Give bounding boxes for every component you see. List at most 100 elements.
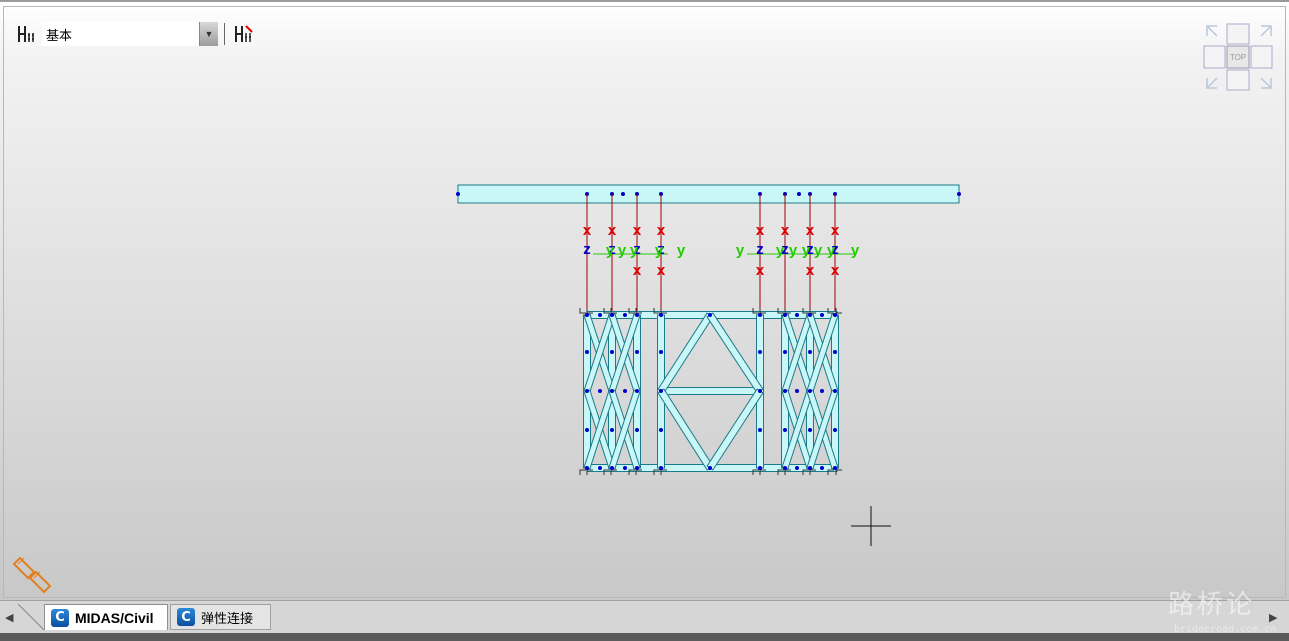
model-viewport[interactable]: xxxxxxxxxxxxxzzzzzzzzyyyyyyyyyyyy 基本 ▼ T… xyxy=(0,0,1289,600)
model-node xyxy=(585,389,589,393)
model-node xyxy=(833,350,837,354)
model-node xyxy=(820,313,824,317)
model-node xyxy=(957,192,961,196)
view-mode-select[interactable]: 基本 ▼ xyxy=(42,22,218,46)
axis-y-label: y xyxy=(814,242,823,259)
model-node xyxy=(635,350,639,354)
chevron-left-icon[interactable]: ◀ xyxy=(5,611,13,624)
model-node xyxy=(797,192,801,196)
model-node xyxy=(795,313,799,317)
axis-x-label: x xyxy=(608,222,617,239)
document-tab-bar: ◀ C MIDAS/Civil C 弹性连接 ▶ xyxy=(0,600,1289,634)
axis-x-label: x xyxy=(633,262,642,279)
axis-x-label: x xyxy=(806,262,815,279)
model-node xyxy=(808,428,812,432)
view-toolbar: 基本 ▼ xyxy=(14,20,257,48)
model-node xyxy=(758,313,762,317)
axis-x-label: x xyxy=(756,262,765,279)
toolbar-divider xyxy=(224,23,225,45)
model-node xyxy=(585,466,589,470)
model-node xyxy=(623,313,627,317)
model-node xyxy=(598,389,602,393)
model-node xyxy=(808,350,812,354)
model-node xyxy=(585,313,589,317)
model-node xyxy=(623,389,627,393)
beam-member xyxy=(706,312,764,394)
model-node xyxy=(820,466,824,470)
deck-beam xyxy=(457,184,960,204)
model-node xyxy=(808,313,812,317)
support-bracket xyxy=(579,469,586,475)
axis-x-label: x xyxy=(657,222,666,239)
axis-y-label: y xyxy=(606,242,615,259)
model-node xyxy=(635,466,639,470)
model-node xyxy=(610,350,614,354)
view-mode-value: 基本 xyxy=(46,27,73,43)
model-node xyxy=(833,389,837,393)
model-node xyxy=(659,313,663,317)
model-node xyxy=(783,389,787,393)
beam-member xyxy=(657,388,714,471)
grid-view-icon[interactable] xyxy=(14,21,40,47)
model-node xyxy=(783,428,787,432)
tab-label: 弹性连接 xyxy=(201,610,254,626)
model-view[interactable]: x x x x x x x xx x x x xz z z z z z z zy y y y y y y y y y y y xyxy=(0,2,1289,602)
model-node xyxy=(456,192,460,196)
model-node xyxy=(758,428,762,432)
model-node xyxy=(808,389,812,393)
axis-y-label: y xyxy=(736,242,745,259)
axis-z-label: z xyxy=(583,241,591,258)
view-cube[interactable]: TOP xyxy=(1203,22,1275,97)
axis-y-label: y xyxy=(618,242,627,259)
grid-view-edit-icon[interactable] xyxy=(231,21,257,47)
model-node xyxy=(659,389,663,393)
model-node xyxy=(635,428,639,432)
axis-x-label: x xyxy=(583,222,592,239)
axis-x-label: x xyxy=(806,222,815,239)
model-node xyxy=(585,350,589,354)
model-node xyxy=(808,466,812,470)
support-bracket xyxy=(579,308,586,314)
model-node xyxy=(758,389,762,393)
axis-x-label: x xyxy=(657,262,666,279)
tab-elastic-link[interactable]: C 弹性连接 xyxy=(170,604,271,630)
axis-x-label: x xyxy=(633,222,642,239)
beam-member xyxy=(706,388,764,471)
model-node xyxy=(635,389,639,393)
model-node xyxy=(833,466,837,470)
tab-label: MIDAS/Civil xyxy=(75,609,154,626)
axis-y-label: y xyxy=(630,242,639,259)
beam-member xyxy=(657,312,714,394)
midas-civil-icon: C xyxy=(177,608,195,626)
model-node xyxy=(820,389,824,393)
model-node xyxy=(659,350,663,354)
model-node xyxy=(783,313,787,317)
model-node xyxy=(610,313,614,317)
axis-x-label: x xyxy=(781,222,790,239)
pencil-icon[interactable] xyxy=(10,554,56,598)
model-node xyxy=(783,350,787,354)
status-bar xyxy=(0,633,1289,641)
model-node xyxy=(598,466,602,470)
model-node xyxy=(708,313,712,317)
model-node xyxy=(659,466,663,470)
chevron-down-icon[interactable]: ▼ xyxy=(199,22,218,46)
tab-midas-civil[interactable]: C MIDAS/Civil xyxy=(44,604,168,630)
model-node xyxy=(635,313,639,317)
midas-civil-icon: C xyxy=(51,608,69,627)
model-node xyxy=(659,428,663,432)
model-node xyxy=(610,466,614,470)
tab-divider xyxy=(18,604,45,631)
model-node xyxy=(795,389,799,393)
model-node xyxy=(610,428,614,432)
model-node xyxy=(833,428,837,432)
crosshair-icon xyxy=(851,506,891,546)
axis-y-label: y xyxy=(677,242,686,259)
model-node xyxy=(833,313,837,317)
axis-y-label: y xyxy=(789,242,798,259)
axis-x-label: x xyxy=(756,222,765,239)
model-node xyxy=(795,466,799,470)
model-node xyxy=(623,466,627,470)
model-node xyxy=(708,466,712,470)
chevron-right-icon[interactable]: ▶ xyxy=(1269,611,1277,624)
